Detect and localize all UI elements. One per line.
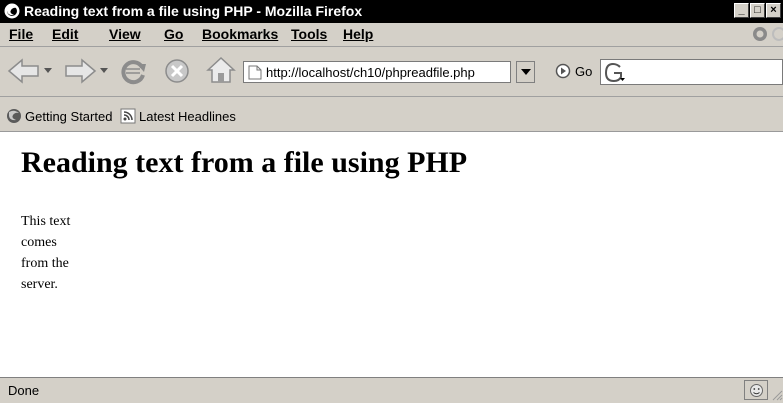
resize-grip-icon[interactable] <box>772 390 783 401</box>
url-bar[interactable]: http://localhost/ch10/phpreadfile.php <box>243 61 511 83</box>
forward-icon[interactable] <box>62 56 98 86</box>
search-input[interactable] <box>600 59 783 85</box>
navigation-toolbar: http://localhost/ch10/phpreadfile.php Go <box>0 47 783 97</box>
reload-icon[interactable] <box>117 55 149 87</box>
window-title: Reading text from a file using PHP - Moz… <box>24 3 363 19</box>
menu-bookmarks-label: Bookmarks <box>202 26 279 42</box>
smiley-icon <box>750 384 763 397</box>
go-button-label[interactable]: Go <box>575 64 592 79</box>
security-panel[interactable] <box>744 380 768 400</box>
status-text: Done <box>8 383 40 398</box>
maximize-button[interactable]: □ <box>750 3 765 18</box>
back-icon[interactable] <box>6 56 42 86</box>
close-button[interactable]: × <box>766 3 781 18</box>
chevron-down-icon <box>521 69 531 75</box>
menu-edit-label: Edit <box>52 26 79 42</box>
url-text: http://localhost/ch10/phpreadfile.php <box>266 65 475 80</box>
bookmark-getting-started-label: Getting Started <box>25 109 113 124</box>
menu-view-label: View <box>109 26 141 42</box>
firefox-icon <box>4 3 20 19</box>
menu-edit[interactable]: Edit <box>52 26 78 42</box>
home-icon[interactable] <box>205 54 237 86</box>
menu-view[interactable]: View <box>109 26 141 42</box>
bookmark-latest-headlines-label: Latest Headlines <box>139 109 236 124</box>
browser-window: Reading text from a file using PHP - Moz… <box>0 0 783 403</box>
rss-icon <box>120 108 136 124</box>
menu-help[interactable]: Help <box>343 26 373 42</box>
menu-file-label: File <box>9 26 34 42</box>
throbber-icon <box>753 27 767 41</box>
url-dropdown-button[interactable] <box>516 61 535 83</box>
menu-tools[interactable]: Tools <box>291 26 327 42</box>
stop-icon[interactable] <box>163 57 191 85</box>
menu-go[interactable]: Go <box>164 26 183 42</box>
minimize-button[interactable]: _ <box>734 3 749 18</box>
file-text-paragraph: This text comes from the server. <box>21 214 71 292</box>
search-engine-icon[interactable] <box>604 63 626 83</box>
status-bar: Done <box>0 377 783 403</box>
menu-tools-label: Tools <box>291 26 328 42</box>
page-icon <box>248 65 262 80</box>
bookmarks-toolbar: Getting Started Latest Headlines <box>0 97 783 132</box>
menu-bar: File Edit View Go Bookmarks Tools Help <box>0 23 783 47</box>
menu-file[interactable]: File <box>9 26 33 42</box>
page-heading: Reading text from a file using PHP <box>21 146 468 179</box>
forward-dropdown-icon[interactable] <box>99 65 109 75</box>
menu-help-label: Help <box>343 26 374 42</box>
firefox-icon <box>7 109 21 123</box>
menu-bookmarks[interactable]: Bookmarks <box>202 26 278 42</box>
back-dropdown-icon[interactable] <box>43 65 53 75</box>
activity-icon <box>772 27 783 41</box>
menu-go-label: Go <box>164 26 184 42</box>
title-bar[interactable]: Reading text from a file using PHP - Moz… <box>0 0 783 23</box>
page-content: Reading text from a file using PHP This … <box>0 132 783 377</box>
go-icon[interactable] <box>555 63 571 79</box>
